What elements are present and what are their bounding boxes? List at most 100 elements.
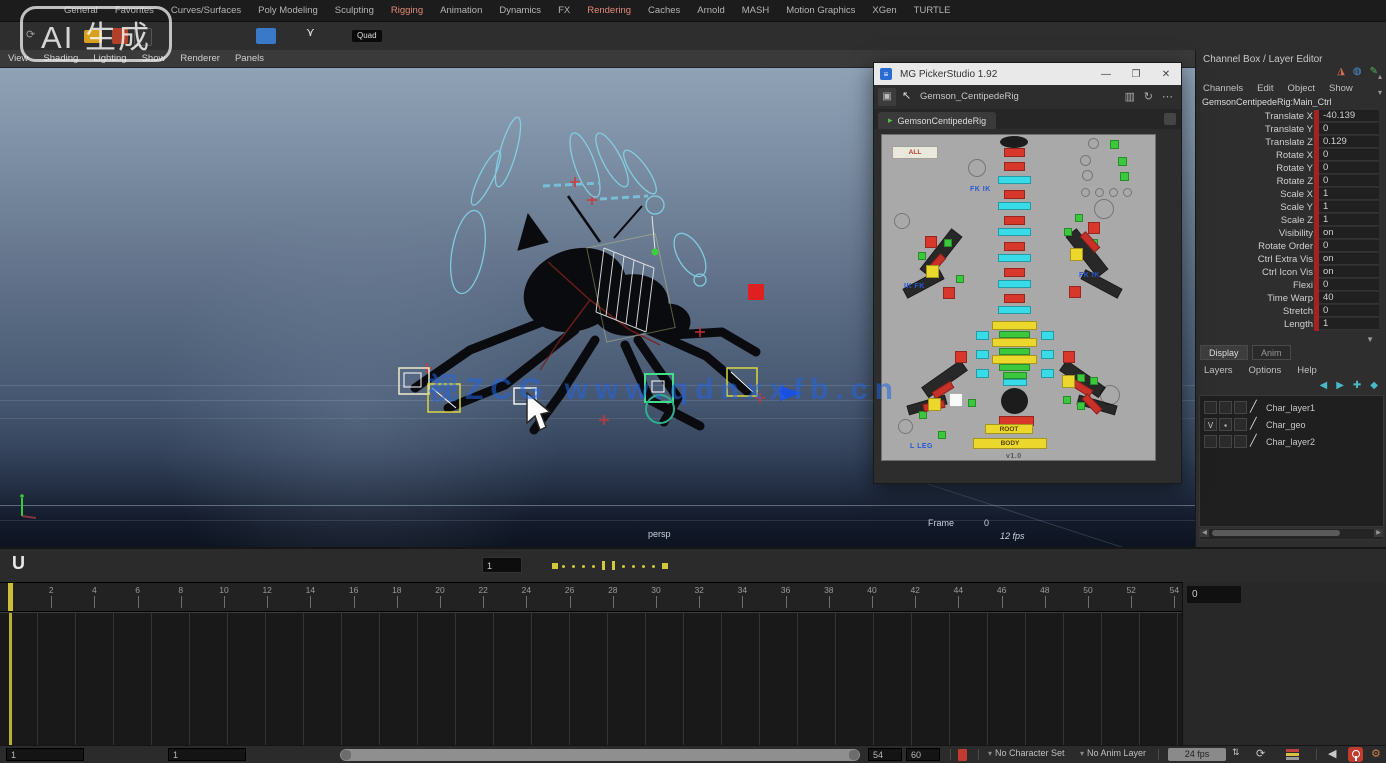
- picker-element[interactable]: [1064, 228, 1072, 236]
- selection-red-square[interactable]: [748, 284, 764, 300]
- layer-menu-help[interactable]: Help: [1297, 365, 1317, 376]
- cube-icon[interactable]: [256, 28, 276, 44]
- timeline-cell[interactable]: [532, 613, 570, 745]
- picker-element[interactable]: [956, 275, 964, 283]
- timeline-cell[interactable]: [190, 613, 228, 745]
- channel-value-field[interactable]: on: [1319, 253, 1379, 265]
- channel-value-field[interactable]: 0: [1319, 149, 1379, 161]
- channel-box-menu-edit[interactable]: Edit: [1257, 83, 1273, 94]
- timeline-cell[interactable]: [912, 613, 950, 745]
- picker-element[interactable]: [925, 236, 937, 248]
- shelf-tab-sculpting[interactable]: Sculpting: [335, 5, 374, 16]
- layer-type-cell[interactable]: [1234, 435, 1247, 448]
- time-slider-cells[interactable]: [0, 612, 1182, 745]
- picker-element[interactable]: [1041, 331, 1054, 340]
- scroll-right-arrow[interactable]: ▶: [1374, 529, 1383, 537]
- picker-element[interactable]: [1100, 385, 1120, 405]
- picker-element[interactable]: [998, 202, 1031, 210]
- channel-value-field[interactable]: 40: [1319, 292, 1379, 304]
- picker-canvas[interactable]: FK IKIK FKFK IKL LEGALLROOTBODYv1.0: [881, 134, 1156, 461]
- layer-menu-options[interactable]: Options: [1249, 365, 1282, 376]
- layer-visibility-toggle[interactable]: V: [1204, 418, 1217, 431]
- viewport-menu-renderer[interactable]: Renderer: [180, 53, 220, 64]
- timeline-cell[interactable]: [76, 613, 114, 745]
- picker-element[interactable]: [1004, 148, 1025, 157]
- layer-playback-toggle[interactable]: [1219, 435, 1232, 448]
- picker-element[interactable]: [894, 213, 910, 229]
- preferences-icon[interactable]: ⚙: [1371, 747, 1381, 760]
- timeline-cell[interactable]: [608, 613, 646, 745]
- channel-more-arrow[interactable]: ▼: [1366, 335, 1374, 344]
- picker-element[interactable]: [1082, 170, 1093, 181]
- range-slider-left-handle[interactable]: [341, 750, 351, 760]
- picker-element[interactable]: [1063, 396, 1071, 404]
- channel-value-field[interactable]: on: [1319, 266, 1379, 278]
- timeline-cell[interactable]: [456, 613, 494, 745]
- picker-element[interactable]: [1081, 188, 1090, 197]
- picker-element[interactable]: [998, 306, 1031, 314]
- channel-value-field[interactable]: -40.139: [1319, 110, 1379, 122]
- auto-key-toggle[interactable]: [1348, 747, 1363, 762]
- layer-name[interactable]: Char_layer2: [1266, 437, 1315, 447]
- channel-value-field[interactable]: 0: [1319, 162, 1379, 174]
- channel-value-field[interactable]: 0: [1319, 240, 1379, 252]
- tab-options-icon[interactable]: [1164, 113, 1176, 125]
- picker-element[interactable]: [1120, 172, 1129, 181]
- select-tool-icon[interactable]: ▣: [878, 88, 896, 106]
- picker-element[interactable]: [1063, 351, 1075, 363]
- picker-element[interactable]: [1075, 214, 1083, 222]
- picker-element[interactable]: [998, 280, 1031, 288]
- shelf-tab-mash[interactable]: MASH: [742, 5, 769, 16]
- layer-row[interactable]: ╱Char_layer1: [1202, 400, 1378, 416]
- channel-value-field[interactable]: 1: [1319, 214, 1379, 226]
- character-set-dropdown[interactable]: ▾No Character Set: [988, 748, 1065, 758]
- shelf-tab-rendering[interactable]: Rendering: [587, 5, 631, 16]
- picker-element[interactable]: [1003, 372, 1027, 379]
- picker-element[interactable]: [992, 338, 1037, 347]
- layer-type-cell[interactable]: [1234, 418, 1247, 431]
- playback-end-field[interactable]: 54: [868, 748, 902, 761]
- layer-tab-display[interactable]: Display: [1200, 345, 1248, 360]
- shelf-tab-dynamics[interactable]: Dynamics: [499, 5, 541, 16]
- arrow-down-icon[interactable]: ⋎: [306, 25, 315, 39]
- layer-name[interactable]: Char_layer1: [1266, 403, 1315, 413]
- picker-element[interactable]: [976, 350, 989, 359]
- shelf-tab-motion-graphics[interactable]: Motion Graphics: [786, 5, 855, 16]
- selected-joint-dot[interactable]: [652, 216, 659, 256]
- timeline-cell[interactable]: [1140, 613, 1178, 745]
- picker-element[interactable]: [949, 393, 963, 407]
- picker-element[interactable]: [1069, 286, 1081, 298]
- picker-element[interactable]: [1118, 157, 1127, 166]
- layer-playback-toggle[interactable]: [1219, 401, 1232, 414]
- layer-name[interactable]: Char_geo: [1266, 420, 1306, 430]
- anim-end-field[interactable]: 60: [906, 748, 940, 761]
- picker-element[interactable]: [926, 265, 939, 278]
- layer-tool-icon-1[interactable]: ▶: [1336, 380, 1344, 391]
- picker-element[interactable]: [898, 419, 913, 434]
- channel-value-field[interactable]: 0: [1319, 123, 1379, 135]
- picker-titlebar[interactable]: ≡ MG PickerStudio 1.92 — ❐ ✕: [874, 63, 1181, 85]
- shelf-tab-xgen[interactable]: XGen: [872, 5, 896, 16]
- channel-value-field[interactable]: 0: [1319, 175, 1379, 187]
- layer-playback-toggle[interactable]: ▪: [1219, 418, 1232, 431]
- channel-value-field[interactable]: on: [1319, 227, 1379, 239]
- channel-value-field[interactable]: 1: [1319, 318, 1379, 330]
- maximize-button[interactable]: ❐: [1121, 63, 1151, 85]
- picker-element[interactable]: [919, 411, 927, 419]
- timeline-cell[interactable]: [342, 613, 380, 745]
- timeline-cell[interactable]: [266, 613, 304, 745]
- picker-window[interactable]: ≡ MG PickerStudio 1.92 — ❐ ✕ ▣ ↖ Gemson_…: [873, 62, 1182, 484]
- timeline-cell[interactable]: [950, 613, 988, 745]
- picker-element[interactable]: [1090, 377, 1098, 385]
- magnet-snap-icon[interactable]: U: [12, 553, 25, 574]
- channel-value-field[interactable]: 1: [1319, 188, 1379, 200]
- range-slider[interactable]: [340, 749, 860, 761]
- picker-element[interactable]: [998, 254, 1031, 262]
- display-toggle-icon[interactable]: ◮: [1337, 66, 1345, 77]
- shelf-tab-poly-modeling[interactable]: Poly Modeling: [258, 5, 318, 16]
- pane-expander-up-icon[interactable]: ▴: [1378, 72, 1382, 81]
- picker-element[interactable]: [955, 351, 967, 363]
- shelf-tab-animation[interactable]: Animation: [440, 5, 482, 16]
- picker-element[interactable]: [944, 239, 952, 247]
- channel-value-field[interactable]: 0: [1319, 305, 1379, 317]
